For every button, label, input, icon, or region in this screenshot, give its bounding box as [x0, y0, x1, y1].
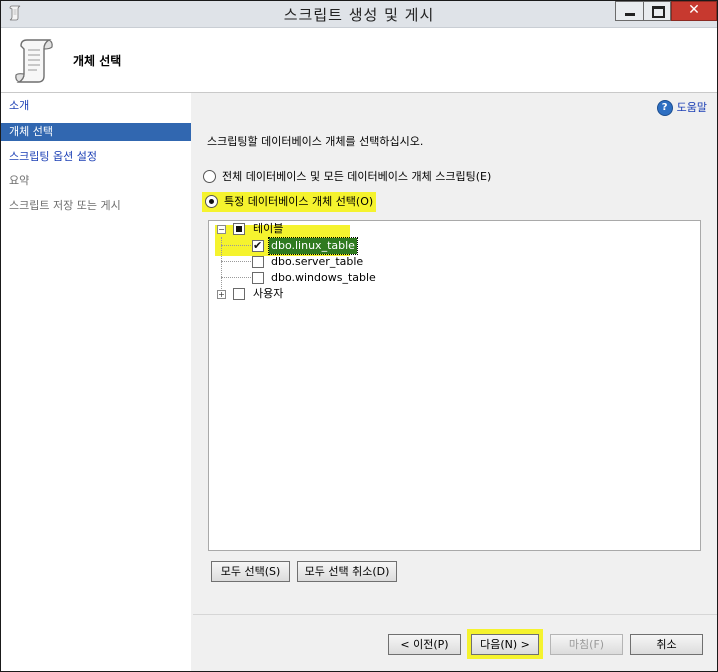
footer-divider [193, 614, 717, 615]
close-button[interactable]: ✕ [671, 1, 717, 21]
tree-label-windows-table: dbo.windows_table [271, 271, 376, 284]
sidebar-item-intro[interactable]: 소개 [1, 97, 191, 115]
scroll-icon [15, 39, 53, 83]
linux-table-checkbox[interactable]: ✔ [252, 239, 264, 252]
finish-button: 마침(F) [550, 634, 623, 655]
instruction-text: 스크립팅할 데이터베이스 개체를 선택하십시오. [207, 135, 424, 148]
object-tree[interactable]: − 테이블 ✔ dbo.linux_table dbo.server_table… [208, 220, 701, 551]
sidebar-item-scripting-options[interactable]: 스크립팅 옵션 설정 [1, 148, 191, 166]
option-script-entire-database[interactable]: 전체 데이터베이스 및 모든 데이터베이스 개체 스크립팅(E) [203, 167, 491, 187]
users-checkbox[interactable] [233, 288, 245, 300]
server-table-checkbox[interactable] [252, 256, 264, 268]
maximize-icon [652, 6, 665, 18]
collapse-icon[interactable]: − [217, 225, 226, 234]
option-label: 전체 데이터베이스 및 모든 데이터베이스 개체 스크립팅(E) [222, 170, 492, 183]
tree-label-tables: 테이블 [253, 222, 284, 235]
option-select-specific-objects[interactable]: 특정 데이터베이스 개체 선택(O) [202, 192, 377, 212]
tree-label-linux-table: dbo.linux_table [268, 237, 358, 255]
wizard-window: 스크립트 생성 및 게시 ✕ 개체 선택 소개 개체 선택 스크립팅 옵션 설정… [0, 0, 718, 672]
wizard-header: 개체 선택 [1, 28, 717, 93]
check-icon: ✔ [253, 239, 263, 252]
minimize-button[interactable] [615, 1, 643, 21]
tree-label-users: 사용자 [253, 287, 284, 300]
help-link[interactable]: ? 도움말 [656, 99, 707, 116]
windows-table-checkbox[interactable] [252, 272, 264, 284]
sidebar-item-summary: 요약 [9, 174, 30, 187]
wizard-sidebar: 소개 개체 선택 스크립팅 옵션 설정 요약 스크립트 저장 또는 게시 [1, 93, 191, 671]
window-title: 스크립트 생성 및 게시 [283, 6, 435, 24]
help-icon: ? [656, 100, 673, 116]
sidebar-item-save-or-publish: 스크립트 저장 또는 게시 [9, 199, 121, 212]
previous-button[interactable]: < 이전(P) [388, 634, 461, 655]
radio-specific-objects[interactable] [205, 194, 218, 208]
page-title: 개체 선택 [73, 54, 122, 68]
cancel-button[interactable]: 취소 [630, 634, 703, 655]
tree-line [221, 261, 251, 262]
minimize-icon [625, 13, 635, 16]
tables-checkbox[interactable] [233, 223, 245, 235]
expand-icon[interactable]: + [217, 290, 226, 299]
tree-label-server-table: dbo.server_table [271, 255, 364, 268]
title-bar[interactable]: 스크립트 생성 및 게시 ✕ [1, 1, 717, 28]
select-all-button[interactable]: 모두 선택(S) [211, 561, 290, 582]
help-label: 도움말 [676, 101, 707, 114]
next-button[interactable]: 다음(N) > [471, 634, 539, 655]
radio-entire-database[interactable] [203, 169, 216, 183]
wizard-content: ? 도움말 스크립팅할 데이터베이스 개체를 선택하십시오. 전체 데이터베이스 … [193, 93, 717, 671]
sidebar-item-select-objects[interactable]: 개체 선택 [1, 123, 191, 141]
maximize-button[interactable] [643, 1, 671, 21]
close-icon: ✕ [688, 2, 700, 18]
option-label: 특정 데이터베이스 개체 선택(O) [224, 195, 374, 208]
deselect-all-button[interactable]: 모두 선택 취소(D) [297, 561, 397, 582]
tree-line [221, 277, 251, 278]
tree-line [221, 245, 251, 246]
